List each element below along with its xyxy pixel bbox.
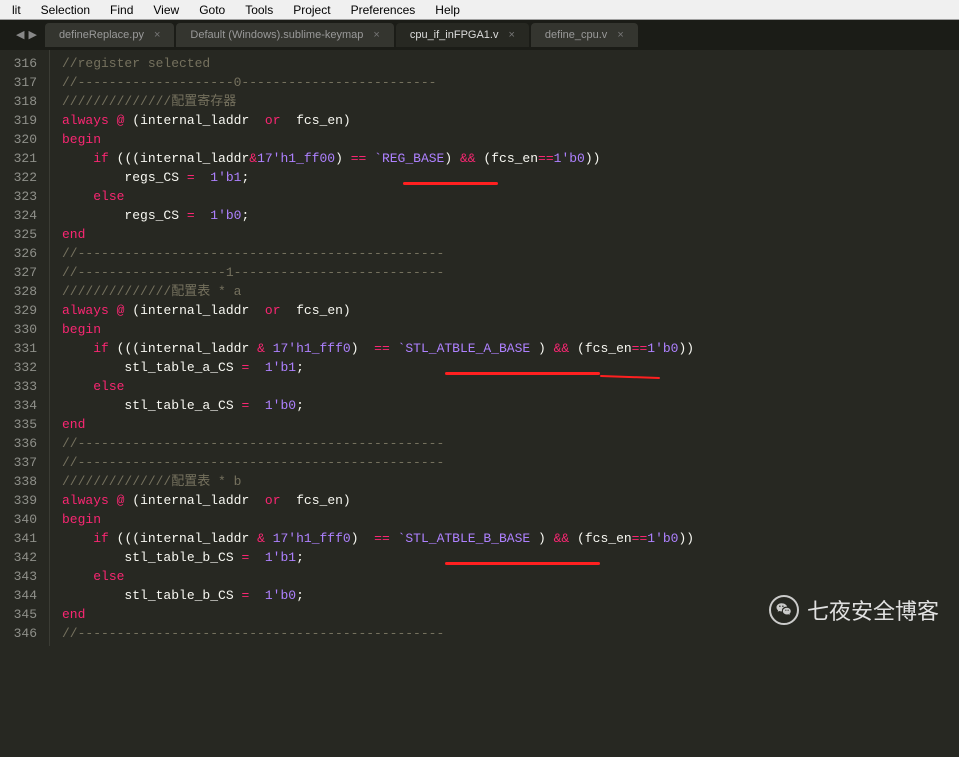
line-number: 337 (0, 453, 37, 472)
menu-goto[interactable]: Goto (189, 1, 235, 19)
line-number: 331 (0, 339, 37, 358)
menubar: litSelectionFindViewGotoToolsProjectPref… (0, 0, 959, 20)
line-number: 319 (0, 111, 37, 130)
tab-label: cpu_if_inFPGA1.v (410, 29, 499, 41)
line-number: 333 (0, 377, 37, 396)
code-line: begin (62, 130, 959, 149)
code-line: regs_CS = 1'b1; (62, 168, 959, 187)
line-number: 316 (0, 54, 37, 73)
tab-label: define_cpu.v (545, 29, 607, 41)
line-number: 324 (0, 206, 37, 225)
editor-area[interactable]: 3163173183193203213223233243253263273283… (0, 50, 959, 646)
line-number: 320 (0, 130, 37, 149)
annotation-underline (445, 372, 600, 375)
code-line: //////////////配置表 * b (62, 472, 959, 491)
code-line: always @ (internal_laddr or fcs_en) (62, 491, 959, 510)
line-number: 342 (0, 548, 37, 567)
code-line: if (((internal_laddr & 17'h1_fff0) == `S… (62, 529, 959, 548)
menu-view[interactable]: View (143, 1, 189, 19)
line-number: 322 (0, 168, 37, 187)
line-number: 335 (0, 415, 37, 434)
line-number: 323 (0, 187, 37, 206)
line-number: 338 (0, 472, 37, 491)
menu-project[interactable]: Project (283, 1, 340, 19)
line-number: 334 (0, 396, 37, 415)
line-number: 345 (0, 605, 37, 624)
tab-label: Default (Windows).sublime-keymap (190, 29, 363, 41)
code-line: end (62, 225, 959, 244)
code-line: //register selected (62, 54, 959, 73)
code-line: //--------------------------------------… (62, 624, 959, 643)
tab-default--windows--sublime-keymap[interactable]: Default (Windows).sublime-keymap × (176, 23, 393, 47)
code-line: //-------------------1------------------… (62, 263, 959, 282)
line-number: 346 (0, 624, 37, 643)
line-number: 321 (0, 149, 37, 168)
line-number: 328 (0, 282, 37, 301)
code-line: end (62, 605, 959, 624)
line-number: 318 (0, 92, 37, 111)
line-number: 325 (0, 225, 37, 244)
code-content[interactable]: //register selected//-------------------… (50, 50, 959, 646)
code-line: else (62, 377, 959, 396)
chevron-right-icon[interactable]: ▶ (28, 28, 36, 42)
code-line: else (62, 567, 959, 586)
code-line: if (((internal_laddr & 17'h1_fff0) == `S… (62, 339, 959, 358)
code-line: end (62, 415, 959, 434)
code-line: always @ (internal_laddr or fcs_en) (62, 111, 959, 130)
line-number: 332 (0, 358, 37, 377)
line-number: 340 (0, 510, 37, 529)
code-line: regs_CS = 1'b0; (62, 206, 959, 225)
annotation-underline (445, 562, 600, 565)
code-line: else (62, 187, 959, 206)
code-line: //--------------------------------------… (62, 244, 959, 263)
line-number: 336 (0, 434, 37, 453)
close-icon[interactable]: × (508, 29, 514, 41)
menu-lit[interactable]: lit (2, 1, 31, 19)
code-line: //////////////配置寄存器 (62, 92, 959, 111)
line-number: 317 (0, 73, 37, 92)
code-line: //--------------------------------------… (62, 453, 959, 472)
line-number: 343 (0, 567, 37, 586)
annotation-underline (403, 182, 498, 185)
tab-bar: ◀ ▶ defineReplace.py×Default (Windows).s… (0, 20, 959, 50)
tab-definereplace-py[interactable]: defineReplace.py × (45, 23, 174, 47)
line-number: 344 (0, 586, 37, 605)
code-line: stl_table_a_CS = 1'b0; (62, 396, 959, 415)
menu-help[interactable]: Help (425, 1, 470, 19)
code-line: stl_table_b_CS = 1'b0; (62, 586, 959, 605)
line-number: 327 (0, 263, 37, 282)
menu-find[interactable]: Find (100, 1, 143, 19)
tab-label: defineReplace.py (59, 29, 144, 41)
close-icon[interactable]: × (154, 29, 160, 41)
tab-nav-arrows: ◀ ▶ (8, 28, 45, 42)
line-number: 330 (0, 320, 37, 339)
code-line: begin (62, 510, 959, 529)
menu-selection[interactable]: Selection (31, 1, 100, 19)
code-line: if (((internal_laddr&17'h1_ff00) == `REG… (62, 149, 959, 168)
close-icon[interactable]: × (373, 29, 379, 41)
code-line: //--------------------------------------… (62, 434, 959, 453)
chevron-left-icon[interactable]: ◀ (16, 28, 24, 42)
tab-define-cpu-v[interactable]: define_cpu.v × (531, 23, 638, 47)
line-number: 326 (0, 244, 37, 263)
line-number: 341 (0, 529, 37, 548)
menu-preferences[interactable]: Preferences (341, 1, 426, 19)
tab-cpu-if-infpga1-v[interactable]: cpu_if_inFPGA1.v × (396, 23, 529, 47)
menu-tools[interactable]: Tools (235, 1, 283, 19)
code-line: always @ (internal_laddr or fcs_en) (62, 301, 959, 320)
code-line: //--------------------0-----------------… (62, 73, 959, 92)
line-number: 339 (0, 491, 37, 510)
line-gutter: 3163173183193203213223233243253263273283… (0, 50, 50, 646)
code-line: //////////////配置表 * a (62, 282, 959, 301)
line-number: 329 (0, 301, 37, 320)
close-icon[interactable]: × (617, 29, 623, 41)
code-line: begin (62, 320, 959, 339)
